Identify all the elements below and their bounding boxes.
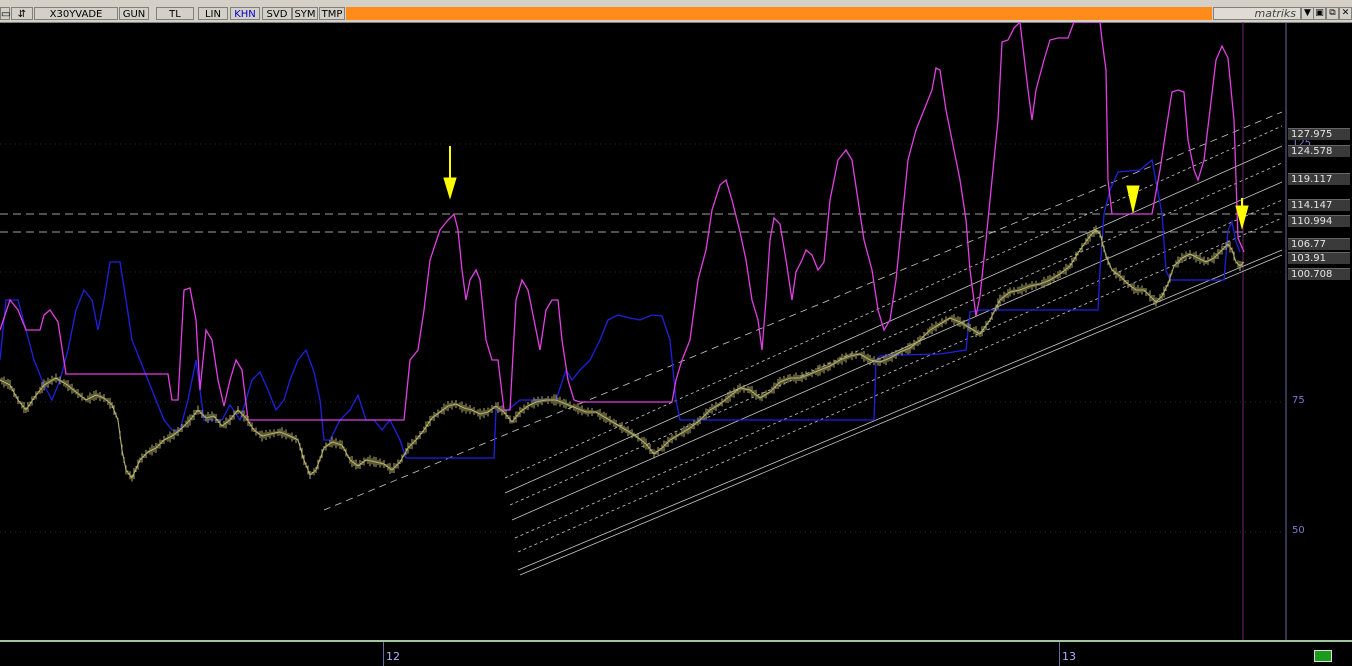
down-arrow [1126,185,1140,213]
price-level-label: 103.91 [1288,252,1350,264]
resize-icon[interactable] [1314,650,1332,662]
restore-icon[interactable]: ⧉ [1326,7,1339,20]
minimize-icon[interactable]: ▣ [1313,7,1326,20]
period-button-lin[interactable]: LIN [198,7,228,20]
close-icon[interactable]: ✕ [1339,7,1352,20]
price-level-label: 114.147 [1288,199,1350,211]
menu-icon[interactable]: ▭ [0,7,10,20]
trend-channel [323,111,1283,576]
oscillator-line [0,22,1245,421]
price-candles [0,225,1243,482]
x-tick-line [1059,642,1060,666]
y-tick-50: 50 [1292,525,1305,536]
y-tick-75: 75 [1292,395,1305,406]
period-button-sym[interactable]: SYM [292,7,318,20]
down-arrow [443,146,457,200]
symbol-field[interactable]: X30YVADE [34,7,118,20]
period-button-khn[interactable]: KHN [230,7,260,20]
price-level-label: 110.994 [1288,215,1350,227]
x-tick-12: 12 [386,650,400,663]
status-bar [346,7,1212,20]
period-button-tl[interactable]: TL [156,7,194,20]
stop-line [0,158,1241,459]
price-level-label: 127.975 [1288,128,1350,140]
period-button-gun[interactable]: GUN [119,7,149,20]
x-tick-13: 13 [1062,650,1076,663]
price-level-label: 124.578 [1288,145,1350,157]
brand-logo: matriks [1213,7,1301,20]
time-axis: 12 13 [0,640,1352,666]
period-button-tmp[interactable]: TMP [319,7,345,20]
period-button-svd[interactable]: SVD [262,7,292,20]
price-level-label: 119.117 [1288,173,1350,185]
price-level-label: 100.708 [1288,268,1350,280]
chart-type-icon[interactable]: ⇵ [11,7,33,20]
x-tick-line [383,642,384,666]
chart-toolbar: ▭ ⇵ X30YVADE GUN TL LIN KHN SVD SYM TMP … [0,0,1352,23]
price-chart[interactable] [0,22,1352,642]
price-level-label: 106.77 [1288,238,1350,250]
